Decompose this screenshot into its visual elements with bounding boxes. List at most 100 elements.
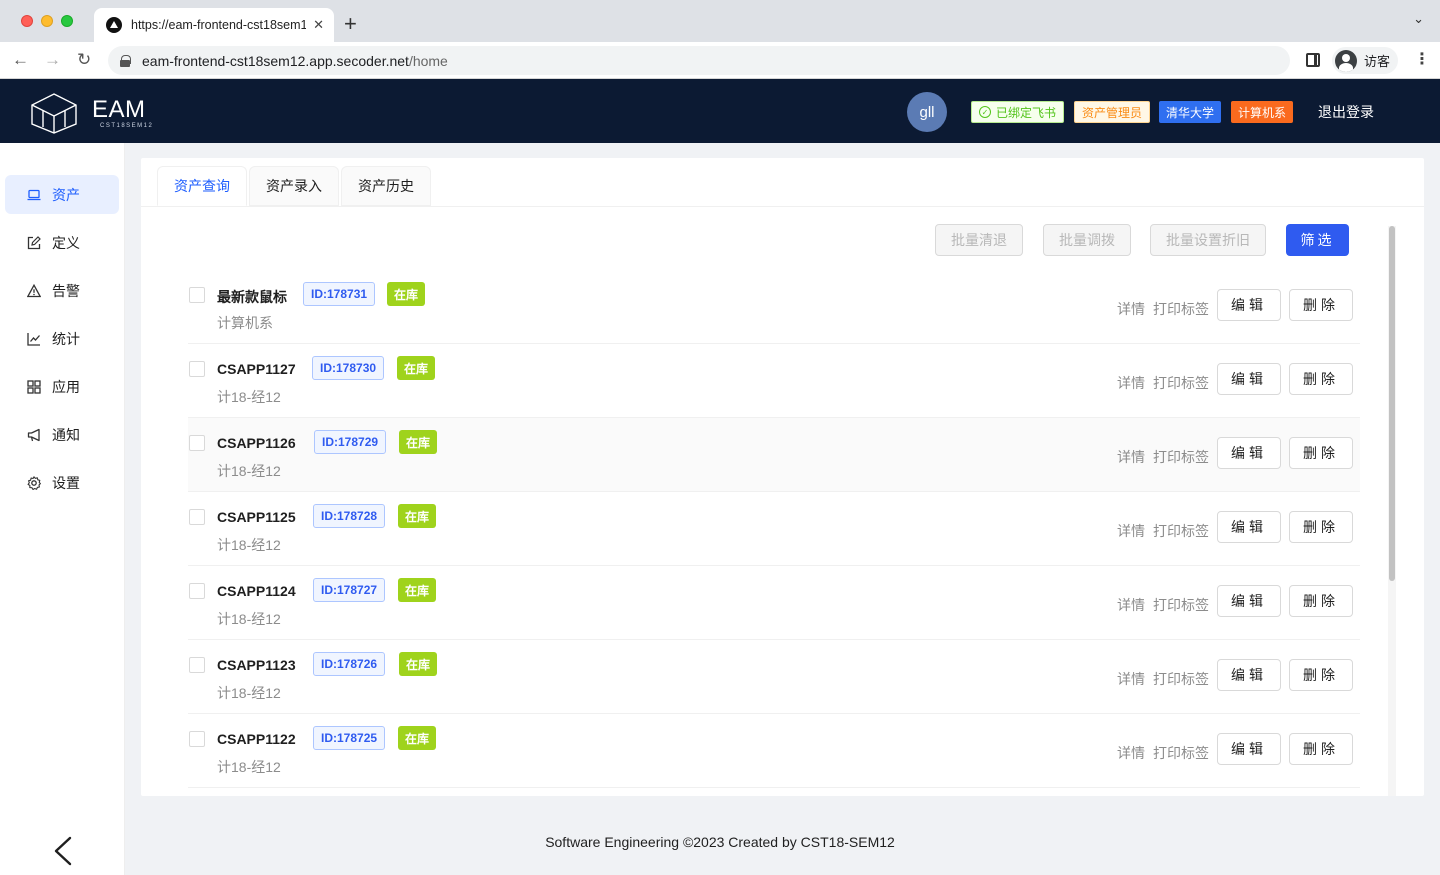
detail-link[interactable]: 详情 <box>1117 447 1145 467</box>
asset-name[interactable]: CSAPP1125 <box>217 509 296 525</box>
scrollbar-thumb[interactable] <box>1389 226 1395 581</box>
asset-name[interactable]: CSAPP1123 <box>217 657 296 673</box>
asset-name[interactable]: CSAPP1124 <box>217 583 296 599</box>
sidebar-item-alarm[interactable]: 告警 <box>5 271 119 310</box>
sidebar-item-label: 定义 <box>52 234 80 251</box>
row-checkbox[interactable] <box>189 509 205 525</box>
asset-name[interactable]: CSAPP1126 <box>217 435 296 451</box>
row-checkbox[interactable] <box>189 287 205 303</box>
status-badge: 在库 <box>399 430 438 454</box>
print-label-link[interactable]: 打印标签 <box>1153 743 1209 763</box>
close-window-button[interactable] <box>21 15 33 27</box>
reload-icon[interactable]: ↻ <box>77 49 91 71</box>
user-avatar[interactable]: gll <box>907 92 947 132</box>
sidebar-item-label: 应用 <box>52 378 80 395</box>
print-label-link[interactable]: 打印标签 <box>1153 373 1209 393</box>
print-label-link[interactable]: 打印标签 <box>1153 595 1209 615</box>
logo[interactable]: EAM CST18SEM12 <box>28 92 153 134</box>
profile-button[interactable]: 访客 <box>1332 47 1398 74</box>
lock-icon[interactable] <box>120 54 131 67</box>
print-label-link[interactable]: 打印标签 <box>1153 521 1209 541</box>
browser-tab-title: https://eam-frontend-cst18sem12.app.seco… <box>131 18 306 32</box>
setting-icon <box>27 475 41 490</box>
row-checkbox[interactable] <box>189 731 205 747</box>
url-path: /home <box>408 52 448 69</box>
delete-button[interactable]: 删除 <box>1289 511 1353 543</box>
tab-asset-query[interactable]: 资产查询 <box>157 166 247 206</box>
more-menu-icon[interactable]: ⋮ <box>1414 50 1430 70</box>
sidebar-item-label: 资产 <box>52 186 80 203</box>
edit-button[interactable]: 编辑 <box>1217 289 1281 321</box>
batch-depreciation-button[interactable]: 批量设置折旧 <box>1150 224 1266 256</box>
row-checkbox[interactable] <box>189 361 205 377</box>
address-bar[interactable]: eam-frontend-cst18sem12.app.secoder.net/… <box>108 46 1290 75</box>
list-item: CSAPP1122 ID:178725 在库 计18-经12 详情 打印标签 编… <box>188 714 1360 788</box>
browser-tab[interactable]: https://eam-frontend-cst18sem12.app.seco… <box>94 8 334 42</box>
sidebar-item-statistics[interactable]: 统计 <box>5 319 119 358</box>
delete-button[interactable]: 删除 <box>1289 733 1353 765</box>
filter-button[interactable]: 筛选 <box>1286 224 1349 256</box>
asset-id-tag: ID:178726 <box>313 652 386 676</box>
status-badge: 在库 <box>387 282 426 306</box>
print-label-link[interactable]: 打印标签 <box>1153 299 1209 319</box>
back-icon[interactable]: ← <box>12 49 29 71</box>
edit-button[interactable]: 编辑 <box>1217 733 1281 765</box>
asset-id-tag: ID:178729 <box>314 430 387 454</box>
print-label-link[interactable]: 打印标签 <box>1153 447 1209 467</box>
batch-transfer-button[interactable]: 批量调拨 <box>1043 224 1131 256</box>
print-label-link[interactable]: 打印标签 <box>1153 669 1209 689</box>
sidebar-item-settings[interactable]: 设置 <box>5 463 119 502</box>
detail-link[interactable]: 详情 <box>1117 373 1145 393</box>
sidebar-item-apps[interactable]: 应用 <box>5 367 119 406</box>
asset-department: 计18-经12 <box>217 611 281 627</box>
delete-button[interactable]: 删除 <box>1289 289 1353 321</box>
forward-icon[interactable]: → <box>44 49 61 71</box>
minimize-window-button[interactable] <box>41 15 53 27</box>
asset-name[interactable]: CSAPP1127 <box>217 361 296 377</box>
batch-clear-button[interactable]: 批量清退 <box>935 224 1023 256</box>
tab-asset-history[interactable]: 资产历史 <box>341 166 431 206</box>
edit-button[interactable]: 编辑 <box>1217 511 1281 543</box>
edit-button[interactable]: 编辑 <box>1217 437 1281 469</box>
detail-link[interactable]: 详情 <box>1117 299 1145 319</box>
delete-button[interactable]: 删除 <box>1289 659 1353 691</box>
maximize-window-button[interactable] <box>61 15 73 27</box>
favicon-icon <box>106 17 122 33</box>
close-tab-icon[interactable]: ✕ <box>313 17 324 33</box>
row-checkbox[interactable] <box>189 583 205 599</box>
list-item: CSAPP1123 ID:178726 在库 计18-经12 详情 打印标签 编… <box>188 640 1360 714</box>
sidebar-item-label: 告警 <box>52 282 80 299</box>
side-panel-icon[interactable] <box>1306 53 1320 67</box>
chevron-left-icon[interactable] <box>52 835 74 867</box>
new-tab-icon[interactable]: + <box>344 10 357 38</box>
delete-button[interactable]: 删除 <box>1289 363 1353 395</box>
tab-search-icon[interactable]: ⌄ <box>1413 11 1424 27</box>
asset-department: 计算机系 <box>217 315 273 331</box>
edit-icon <box>27 235 41 250</box>
edit-button[interactable]: 编辑 <box>1217 585 1281 617</box>
detail-link[interactable]: 详情 <box>1117 669 1145 689</box>
status-badge: 在库 <box>397 356 436 380</box>
row-checkbox[interactable] <box>189 657 205 673</box>
asset-name[interactable]: 最新款鼠标 <box>217 287 287 307</box>
sidebar-item-label: 设置 <box>52 474 80 491</box>
edit-button[interactable]: 编辑 <box>1217 659 1281 691</box>
asset-card: 资产查询 资产录入 资产历史 批量清退 批量调拨 批量设置折旧 筛选 最新款鼠标… <box>141 158 1424 796</box>
edit-button[interactable]: 编辑 <box>1217 363 1281 395</box>
browser-toolbar: ← → ↻ eam-frontend-cst18sem12.app.secode… <box>0 42 1440 79</box>
tab-asset-entry[interactable]: 资产录入 <box>249 166 339 206</box>
school-tag: 清华大学 <box>1159 101 1222 123</box>
sidebar-item-assets[interactable]: 资产 <box>5 175 119 214</box>
delete-button[interactable]: 删除 <box>1289 437 1353 469</box>
detail-link[interactable]: 详情 <box>1117 595 1145 615</box>
delete-button[interactable]: 删除 <box>1289 585 1353 617</box>
sidebar-item-notification[interactable]: 通知 <box>5 415 119 454</box>
logout-button[interactable]: 退出登录 <box>1318 102 1374 122</box>
detail-link[interactable]: 详情 <box>1117 521 1145 541</box>
sidebar-item-definition[interactable]: 定义 <box>5 223 119 262</box>
detail-link[interactable]: 详情 <box>1117 743 1145 763</box>
list-item: CSAPP1125 ID:178728 在库 计18-经12 详情 打印标签 编… <box>188 492 1360 566</box>
app-header: EAM CST18SEM12 gll ✓ 已绑定飞书 资产管理员 清华大学 计算… <box>0 79 1440 143</box>
row-checkbox[interactable] <box>189 435 205 451</box>
asset-name[interactable]: CSAPP1122 <box>217 731 296 747</box>
